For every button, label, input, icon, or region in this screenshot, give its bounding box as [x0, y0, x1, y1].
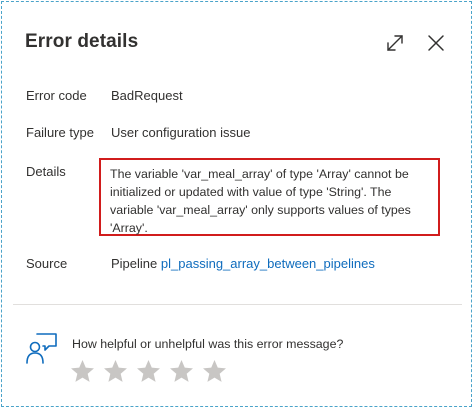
rating-stars: [69, 358, 228, 385]
dialog-title: Error details: [25, 31, 139, 52]
star-1-icon[interactable]: [69, 358, 96, 385]
details-label: Details: [26, 164, 66, 179]
feedback-person-icon: [26, 333, 57, 364]
error-code-label: Error code: [26, 88, 87, 103]
details-message: The variable 'var_meal_array' of type 'A…: [99, 158, 440, 236]
divider: [13, 304, 462, 305]
source-prefix: Pipeline: [111, 256, 158, 271]
expand-button[interactable]: [382, 30, 408, 56]
error-details-dialog: Error details Error code BadRequest Fail…: [1, 1, 472, 407]
expand-icon: [387, 35, 403, 51]
source-value: Pipeline pl_passing_array_between_pipeli…: [111, 256, 375, 271]
feedback-question: How helpful or unhelpful was this error …: [72, 337, 344, 351]
pipeline-link[interactable]: pl_passing_array_between_pipelines: [161, 256, 375, 271]
close-icon: [428, 35, 444, 51]
star-2-icon[interactable]: [102, 358, 129, 385]
close-button[interactable]: [423, 30, 449, 56]
star-3-icon[interactable]: [135, 358, 162, 385]
failure-type-value: User configuration issue: [111, 125, 251, 140]
source-label: Source: [26, 256, 68, 271]
error-code-value: BadRequest: [111, 88, 183, 103]
star-4-icon[interactable]: [168, 358, 195, 385]
star-5-icon[interactable]: [201, 358, 228, 385]
failure-type-label: Failure type: [26, 125, 94, 140]
